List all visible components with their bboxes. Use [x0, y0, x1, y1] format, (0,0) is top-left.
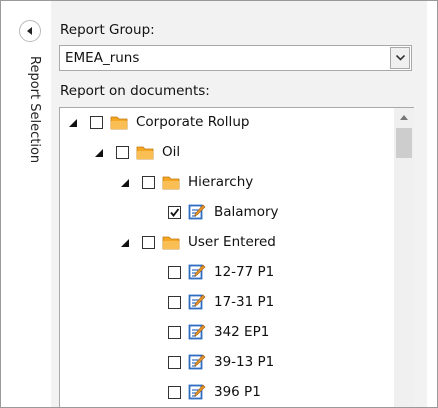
document-edit-icon — [188, 294, 206, 310]
collapse-panel-button[interactable] — [19, 20, 41, 42]
folder-icon — [136, 146, 154, 160]
document-edit-icon — [188, 324, 206, 340]
document-edit-icon — [188, 204, 206, 220]
scroll-up-button[interactable] — [394, 108, 414, 126]
tree-item-label: 12-77 P1 — [214, 264, 275, 280]
expanded-triangle-icon[interactable] — [120, 178, 130, 188]
folder-icon — [162, 236, 180, 250]
tree-item-label: 17-31 P1 — [214, 294, 275, 310]
report-group-select[interactable]: EMEA_runs — [59, 45, 412, 71]
tree-document-row[interactable]: 12-77 P1 — [60, 258, 390, 288]
expanded-triangle-icon[interactable] — [94, 148, 104, 158]
tree-folder-row[interactable]: Corporate Rollup — [60, 108, 390, 138]
tree-checkbox[interactable] — [168, 386, 181, 399]
document-edit-icon — [188, 264, 206, 280]
tree-document-row[interactable]: 342 EP1 — [60, 318, 390, 348]
document-edit-icon — [188, 384, 206, 400]
tree-checkbox[interactable] — [90, 116, 103, 129]
expanded-triangle-icon[interactable] — [68, 118, 78, 128]
tree-item-label: Balamory — [214, 204, 279, 220]
tree-item-label: 396 P1 — [214, 384, 261, 400]
folder-icon — [162, 176, 180, 190]
report-group-value: EMEA_runs — [65, 50, 140, 66]
tree-item-label: Hierarchy — [188, 174, 254, 190]
dropdown-button[interactable] — [390, 47, 410, 69]
document-edit-icon — [188, 354, 206, 370]
folder-icon — [110, 116, 128, 130]
report-selection-window: Report Selection Report Group: EMEA_runs… — [0, 0, 438, 408]
tree-checkbox[interactable] — [168, 296, 181, 309]
tree-item-label: User Entered — [188, 234, 276, 250]
document-tree: Corporate Rollup Oil Hierarchy Balamory User… — [59, 107, 414, 407]
tree-folder-row[interactable]: User Entered — [60, 228, 390, 258]
tree-document-row[interactable]: 39-13 P1 — [60, 348, 390, 378]
vertical-scrollbar[interactable] — [394, 108, 414, 407]
tree-item-label: 39-13 P1 — [214, 354, 275, 370]
tree-document-row[interactable]: Balamory — [60, 198, 390, 228]
tree-item-label: Oil — [162, 144, 181, 160]
triangle-left-icon — [27, 27, 32, 35]
tree-checkbox[interactable] — [142, 176, 155, 189]
chevron-up-icon — [400, 115, 408, 120]
tree-checkbox[interactable] — [168, 326, 181, 339]
tree-document-row[interactable]: 17-31 P1 — [60, 288, 390, 318]
tree-folder-row[interactable]: Hierarchy — [60, 168, 390, 198]
tree-checkbox[interactable] — [142, 236, 155, 249]
report-group-label: Report Group: — [60, 22, 155, 38]
checkmark-icon — [170, 208, 180, 217]
documents-label: Report on documents: — [60, 83, 210, 99]
tree-checkbox[interactable] — [168, 266, 181, 279]
scroll-thumb[interactable] — [396, 128, 412, 158]
tree-checkbox[interactable] — [116, 146, 129, 159]
tree-checkbox[interactable] — [168, 206, 181, 219]
tree-checkbox[interactable] — [168, 356, 181, 369]
sidebar: Report Selection — [1, 1, 51, 407]
tree-folder-row[interactable]: Oil — [60, 138, 390, 168]
report-panel: Report Group: EMEA_runs Report on docume… — [51, 1, 427, 407]
tree-document-row[interactable]: 396 P1 — [60, 378, 390, 407]
tree-item-label: Corporate Rollup — [136, 114, 250, 130]
chevron-down-icon — [396, 55, 405, 61]
tree-item-label: 342 EP1 — [214, 324, 270, 340]
expanded-triangle-icon[interactable] — [120, 238, 130, 248]
sidebar-title: Report Selection — [27, 56, 42, 164]
